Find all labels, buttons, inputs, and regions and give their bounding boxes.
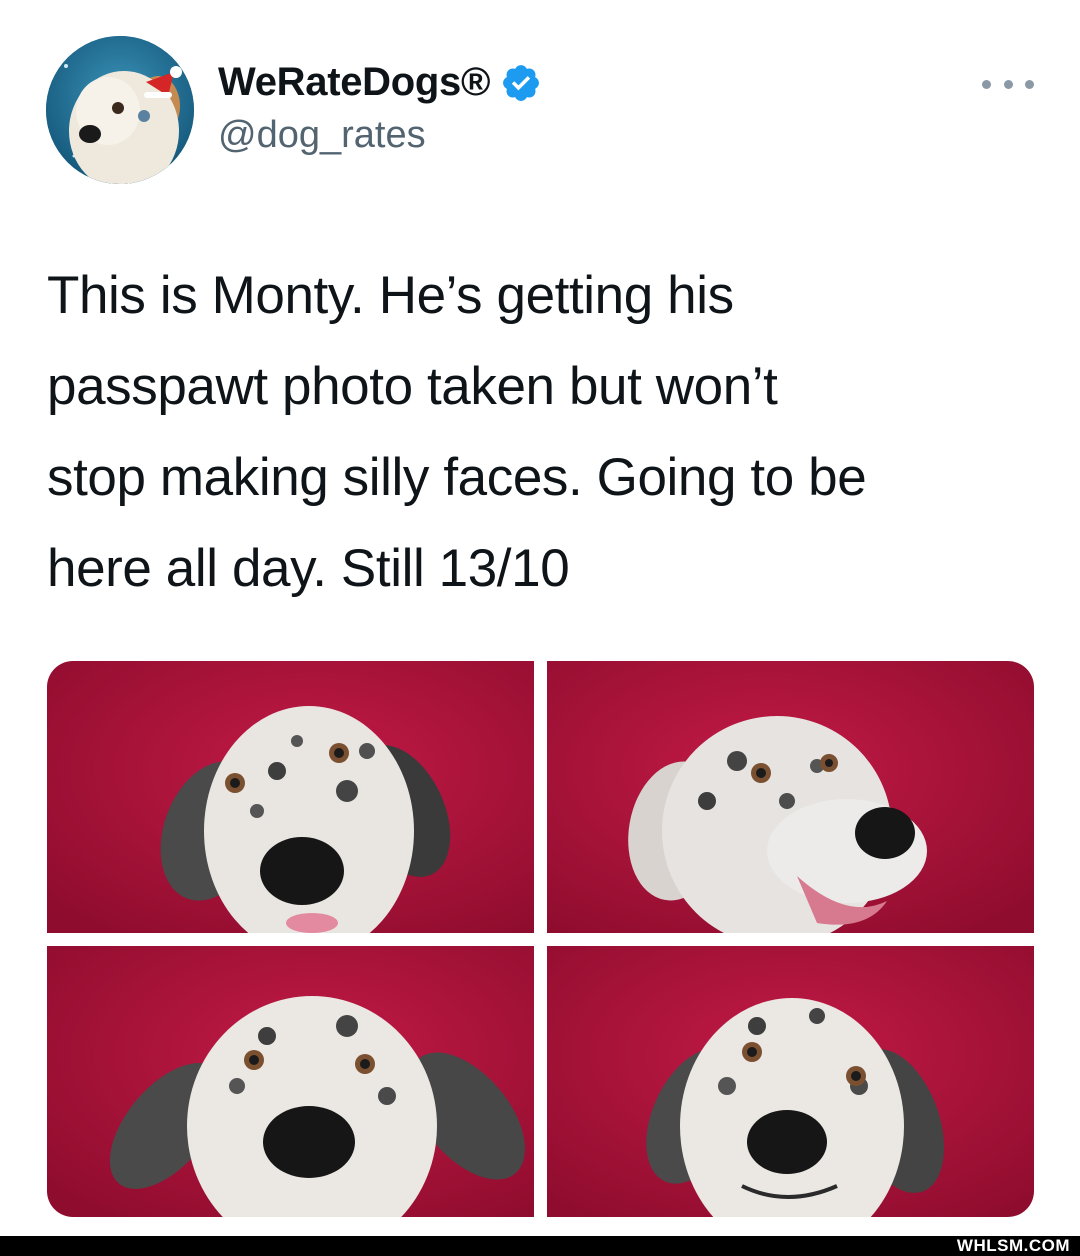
watermark: WHLSM.COM [956,1236,1070,1255]
dog-photo-2[interactable] [547,661,1034,933]
footer-bar: WHLSM.COM [0,1236,1080,1256]
media-grid [47,661,1034,1217]
tweet-text: This is Monty. He’s getting his passpawt… [47,266,867,598]
avatar[interactable] [46,36,194,184]
dog-photo-3[interactable] [47,946,534,1217]
dot [982,79,991,89]
author-handle[interactable]: @dog_rates [218,114,426,157]
author-name-row[interactable]: WeRateDogs® [218,60,542,105]
tweet-card: WeRateDogs® @dog_rates This is Monty. He… [0,0,1080,1256]
display-name[interactable]: WeRateDogs® [218,60,490,105]
more-options-icon[interactable] [982,70,1034,98]
dot [1003,79,1013,89]
dog-photo-1[interactable] [47,661,534,933]
dog-photo-4[interactable] [547,946,1034,1217]
dot [1025,79,1034,89]
verified-badge-icon [500,62,542,104]
